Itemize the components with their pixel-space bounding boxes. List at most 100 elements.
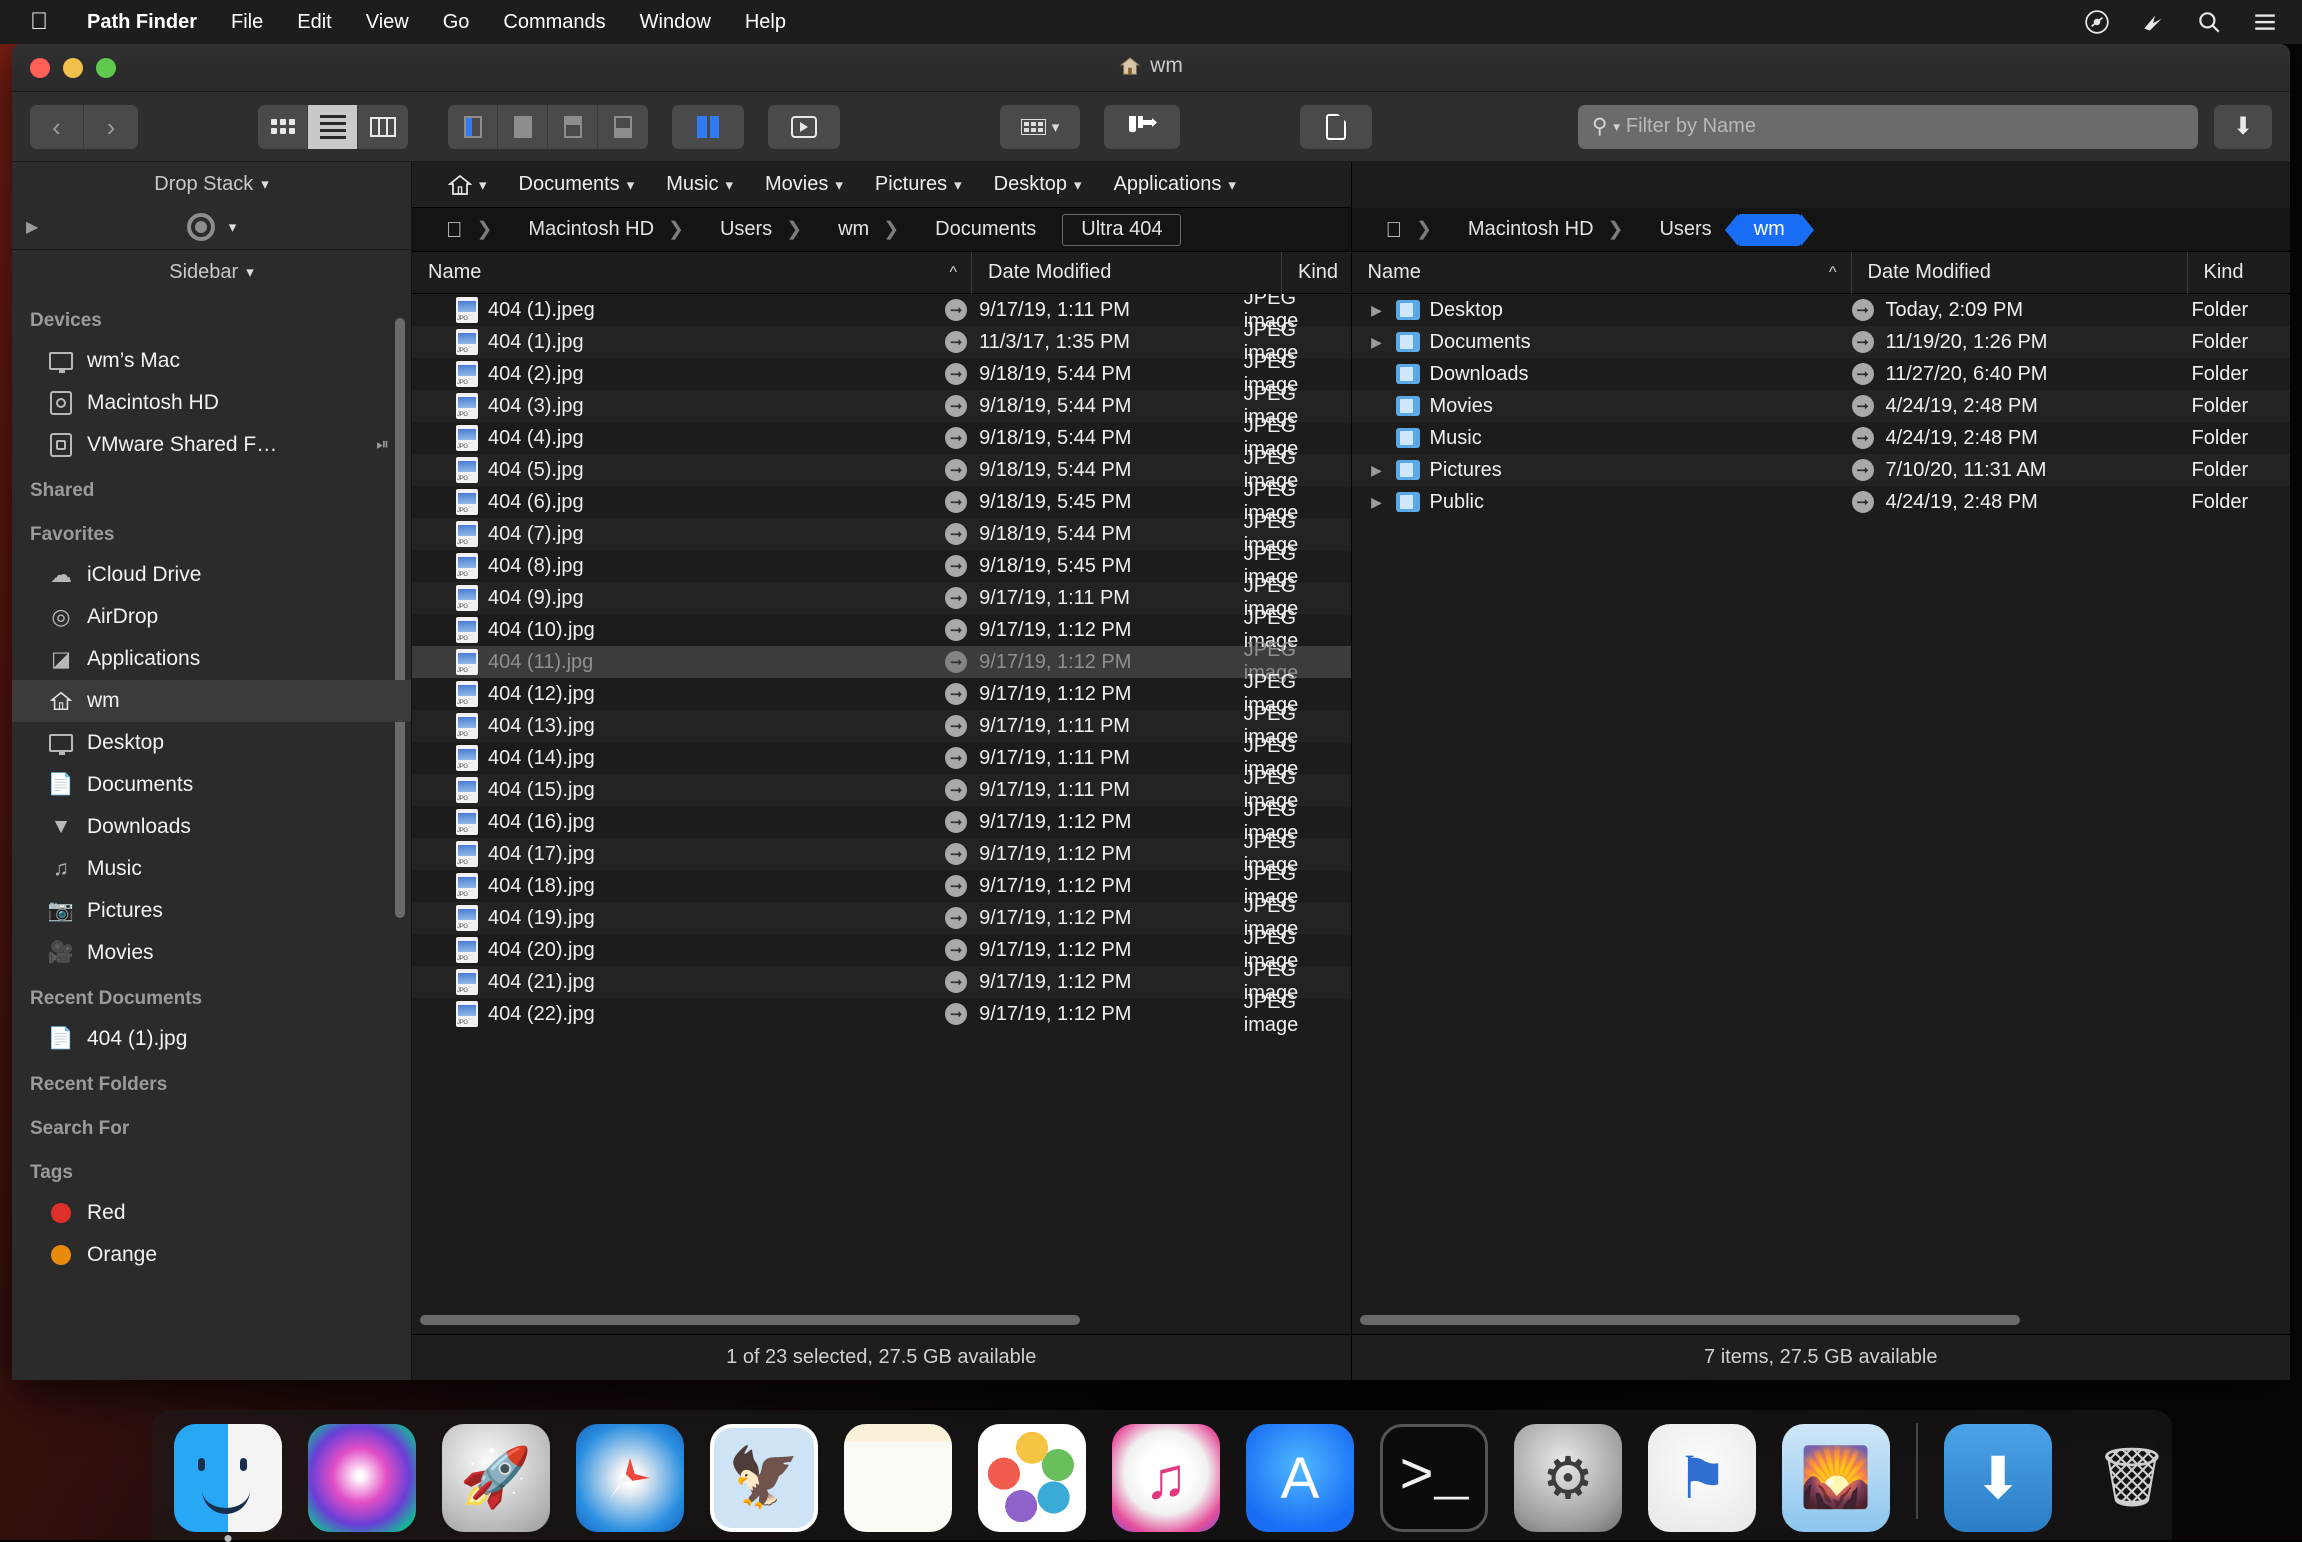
arrange-button[interactable]: ▾ bbox=[1000, 105, 1080, 149]
control-center-icon[interactable] bbox=[2084, 9, 2110, 35]
preview-button[interactable] bbox=[768, 105, 840, 149]
table-row[interactable]: Movies➞4/24/19, 2:48 PMFolder bbox=[1352, 390, 2291, 422]
table-row[interactable]: 404 (16).jpg➞9/17/19, 1:12 PMJPEG image bbox=[412, 806, 1351, 838]
sidebar-item-macintosh-hd[interactable]: Macintosh HD bbox=[12, 382, 411, 424]
breadcrumb-root[interactable]:  ❯ bbox=[1366, 214, 1448, 246]
list-view-button[interactable] bbox=[308, 105, 358, 149]
shortcut-desktop[interactable]: Desktop ▾ bbox=[978, 173, 1098, 196]
dock-item-appstore[interactable]: A bbox=[1246, 1424, 1354, 1532]
dock-item-itunes[interactable]: ♫ bbox=[1112, 1424, 1220, 1532]
sidebar-item-airdrop[interactable]: ◎AirDrop bbox=[12, 596, 411, 638]
sidebar-item-documents[interactable]: 📄Documents bbox=[12, 764, 411, 806]
new-document-toggle[interactable] bbox=[1300, 105, 1372, 149]
shortcut-documents[interactable]: Documents ▾ bbox=[503, 173, 651, 196]
table-row[interactable]: 404 (8).jpg➞9/18/19, 5:45 PMJPEG image bbox=[412, 550, 1351, 582]
menu-item-edit[interactable]: Edit bbox=[280, 11, 348, 34]
table-row[interactable]: 404 (12).jpg➞9/17/19, 1:12 PMJPEG image bbox=[412, 678, 1351, 710]
menu-item-go[interactable]: Go bbox=[426, 11, 487, 34]
column-header-name[interactable]: Name ^ bbox=[1352, 252, 1852, 294]
dock-item-trash[interactable]: 🗑 bbox=[2078, 1424, 2186, 1532]
table-row[interactable]: Downloads➞11/27/20, 6:40 PMFolder bbox=[1352, 358, 2291, 390]
dual-pane-button[interactable] bbox=[672, 105, 744, 149]
breadcrumb-item[interactable]: Macintosh HD ❯ bbox=[508, 214, 700, 246]
column-header-kind[interactable]: Kind bbox=[1282, 252, 1351, 294]
table-row[interactable]: 404 (19).jpg➞9/17/19, 1:12 PMJPEG image bbox=[412, 902, 1351, 934]
siri-icon[interactable] bbox=[2140, 9, 2166, 35]
table-row[interactable]: 404 (10).jpg➞9/17/19, 1:12 PMJPEG image bbox=[412, 614, 1351, 646]
table-row[interactable]: ▶Pictures➞7/10/20, 11:31 AMFolder bbox=[1352, 454, 2291, 486]
table-row[interactable]: 404 (20).jpg➞9/17/19, 1:12 PMJPEG image bbox=[412, 934, 1351, 966]
size-tool-toggle[interactable] bbox=[1104, 105, 1180, 149]
table-row[interactable]: ▶Public➞4/24/19, 2:48 PMFolder bbox=[1352, 486, 2291, 518]
table-row[interactable]: 404 (5).jpg➞9/18/19, 5:44 PMJPEG image bbox=[412, 454, 1351, 486]
sidebar-item-desktop[interactable]: Desktop bbox=[12, 722, 411, 764]
table-row[interactable]: 404 (9).jpg➞9/17/19, 1:11 PMJPEG image bbox=[412, 582, 1351, 614]
notification-center-icon[interactable] bbox=[2252, 9, 2278, 35]
disclosure-triangle-icon[interactable]: ▶ bbox=[1368, 302, 1386, 319]
apple-menu-icon[interactable]:  bbox=[0, 10, 70, 34]
table-row[interactable]: 404 (6).jpg➞9/18/19, 5:45 PMJPEG image bbox=[412, 486, 1351, 518]
sidebar-item-music[interactable]: ♫Music bbox=[12, 848, 411, 890]
sidebar-item-downloads[interactable]: ▼Downloads bbox=[12, 806, 411, 848]
menu-item-file[interactable]: File bbox=[214, 11, 280, 34]
table-row[interactable]: 404 (18).jpg➞9/17/19, 1:12 PMJPEG image bbox=[412, 870, 1351, 902]
column-view-button[interactable] bbox=[358, 105, 408, 149]
dock-item-maps[interactable]: ⚑ bbox=[1648, 1424, 1756, 1532]
drop-stack-target-icon[interactable] bbox=[187, 213, 215, 241]
dock-item-siri[interactable] bbox=[308, 1424, 416, 1532]
disclosure-triangle-icon[interactable]: ▶ bbox=[1368, 334, 1386, 351]
sidebar-item-applications[interactable]: ◪Applications bbox=[12, 638, 411, 680]
sidebar-item-pictures[interactable]: 📷Pictures bbox=[12, 890, 411, 932]
table-row[interactable]: ▶Desktop➞Today, 2:09 PMFolder bbox=[1352, 294, 2291, 326]
drop-stack-header[interactable]: Drop Stack ▾ bbox=[12, 162, 411, 206]
shortcut-pictures[interactable]: Pictures ▾ bbox=[859, 173, 978, 196]
table-row[interactable]: 404 (2).jpg➞9/18/19, 5:44 PMJPEG image bbox=[412, 358, 1351, 390]
pane-layout-single-left-button[interactable] bbox=[448, 105, 498, 149]
preview-toggle[interactable] bbox=[768, 105, 840, 149]
dock-item-preview[interactable]: 🌄 bbox=[1782, 1424, 1890, 1532]
dock-item-system-preferences[interactable]: ⚙ bbox=[1514, 1424, 1622, 1532]
menu-item-view[interactable]: View bbox=[349, 11, 426, 34]
disclosure-triangle-icon[interactable]: ▶ bbox=[1368, 494, 1386, 511]
scroll-thumb[interactable] bbox=[420, 1315, 1080, 1325]
right-horizontal-scrollbar[interactable] bbox=[1352, 1306, 2291, 1334]
breadcrumb-item[interactable]: Documents bbox=[915, 214, 1052, 246]
dock-item-photos[interactable] bbox=[978, 1424, 1086, 1532]
disclosure-triangle-icon[interactable]: ▶ bbox=[1368, 462, 1386, 479]
table-row[interactable]: 404 (22).jpg➞9/17/19, 1:12 PMJPEG image bbox=[412, 998, 1351, 1030]
table-row[interactable]: 404 (21).jpg➞9/17/19, 1:12 PMJPEG image bbox=[412, 966, 1351, 998]
breadcrumb-item[interactable]: Users bbox=[1639, 214, 1727, 246]
sidebar-item-red[interactable]: Red bbox=[12, 1192, 411, 1234]
dock-item-notes[interactable] bbox=[844, 1424, 952, 1532]
back-button[interactable]: ‹ bbox=[30, 105, 84, 149]
table-row[interactable]: Music➞4/24/19, 2:48 PMFolder bbox=[1352, 422, 2291, 454]
column-header-date[interactable]: Date Modified bbox=[1852, 252, 2188, 294]
icon-view-button[interactable] bbox=[258, 105, 308, 149]
table-row[interactable]: 404 (1).jpeg➞9/17/19, 1:11 PMJPEG image bbox=[412, 294, 1351, 326]
table-row[interactable]: 404 (1).jpg➞11/3/17, 1:35 PMJPEG image bbox=[412, 326, 1351, 358]
sidebar-item-icloud-drive[interactable]: ☁iCloud Drive bbox=[12, 554, 411, 596]
dock-item-terminal[interactable]: >_ bbox=[1380, 1424, 1488, 1532]
sidebar-item-movies[interactable]: 🎥Movies bbox=[12, 932, 411, 974]
shortcut-music[interactable]: Music ▾ bbox=[650, 173, 749, 196]
table-row[interactable]: ▶Documents➞11/19/20, 1:26 PMFolder bbox=[1352, 326, 2291, 358]
eject-icon[interactable]: ⏯ bbox=[376, 436, 389, 454]
dock-item-downloads-folder[interactable]: ⬇ bbox=[1944, 1424, 2052, 1532]
sidebar-item-wm[interactable]: wm bbox=[12, 680, 411, 722]
sidebar-item-wm-s-mac[interactable]: wm’s Mac bbox=[12, 340, 411, 382]
forward-button[interactable]: › bbox=[84, 105, 138, 149]
sidebar-item-vmware-shared-f[interactable]: VMware Shared F…⏯ bbox=[12, 424, 411, 466]
sidebar-header[interactable]: Sidebar ▾ bbox=[12, 250, 411, 294]
column-header-name[interactable]: Name ^ bbox=[412, 252, 972, 294]
table-row[interactable]: 404 (13).jpg➞9/17/19, 1:11 PMJPEG image bbox=[412, 710, 1351, 742]
shortcut-applications[interactable]: Applications ▾ bbox=[1098, 173, 1252, 196]
table-row[interactable]: 404 (4).jpg➞9/18/19, 5:44 PMJPEG image bbox=[412, 422, 1351, 454]
table-row[interactable]: 404 (11).jpg➞9/17/19, 1:12 PMJPEG image bbox=[412, 646, 1351, 678]
column-header-date[interactable]: Date Modified bbox=[972, 252, 1282, 294]
menu-item-commands[interactable]: Commands bbox=[486, 11, 622, 34]
pane-layout-horizontal-bottom-button[interactable] bbox=[598, 105, 648, 149]
left-horizontal-scrollbar[interactable] bbox=[412, 1306, 1351, 1334]
table-row[interactable]: 404 (7).jpg➞9/18/19, 5:44 PMJPEG image bbox=[412, 518, 1351, 550]
table-row[interactable]: 404 (3).jpg➞9/18/19, 5:44 PMJPEG image bbox=[412, 390, 1351, 422]
table-row[interactable]: 404 (15).jpg➞9/17/19, 1:11 PMJPEG image bbox=[412, 774, 1351, 806]
